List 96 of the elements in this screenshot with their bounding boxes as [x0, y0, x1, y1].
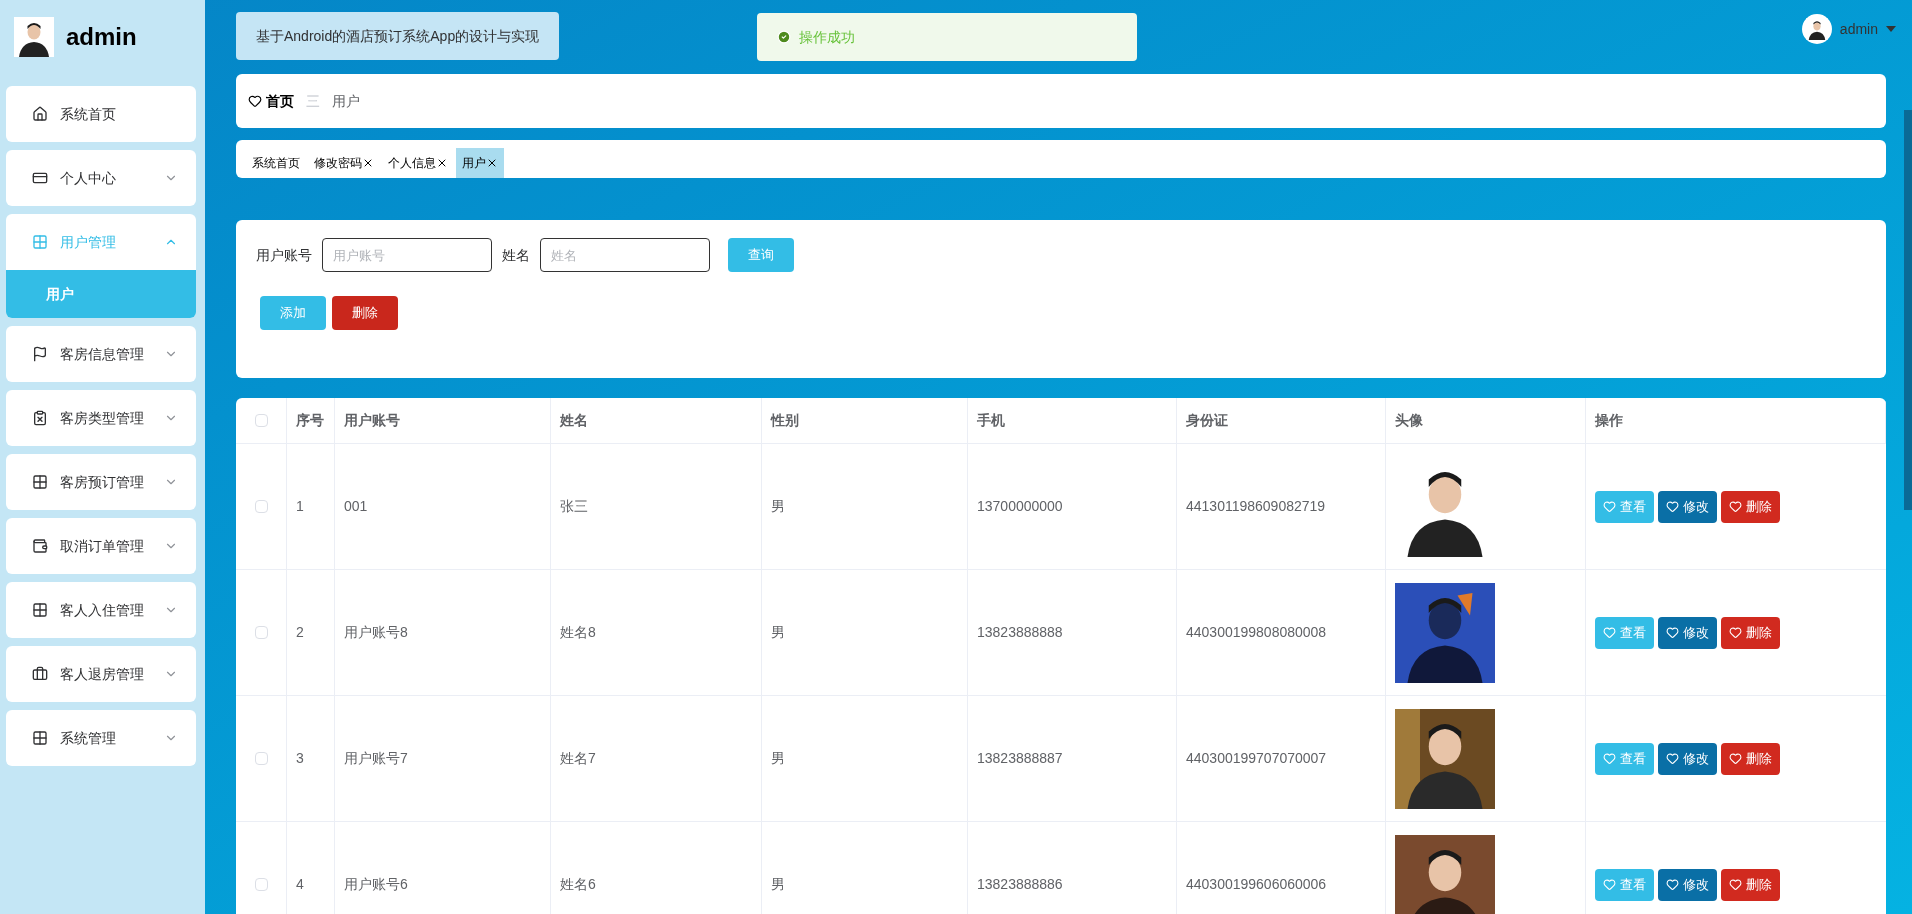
heart-icon [1729, 878, 1742, 891]
checkbox[interactable] [254, 500, 268, 513]
table-cell-text: 张三 [560, 497, 588, 516]
system-title: 基于Android的酒店预订系统App的设计与实现 [236, 12, 560, 60]
action-button[interactable]: 删除 [1721, 742, 1780, 775]
sidebar-title: admin [66, 22, 137, 52]
menu-icon [32, 234, 48, 250]
heart-icon [1729, 500, 1742, 513]
menu-item[interactable]: 客房类型管理 [6, 390, 196, 446]
delete-button[interactable]: 删除 [332, 296, 398, 330]
table-cell-text: 用户账号6 [344, 875, 408, 894]
menu-item[interactable]: 客人退房管理 [6, 646, 196, 702]
search-field[interactable]: 姓名 [540, 238, 710, 272]
table-cell-text: 男 [771, 749, 785, 768]
heart-icon [1603, 626, 1616, 639]
close-icon[interactable] [362, 157, 374, 169]
heart-icon [1666, 878, 1679, 891]
action-button[interactable]: 删除 [1721, 868, 1780, 901]
search-field[interactable]: 用户账号 [322, 238, 492, 272]
checkbox[interactable] [254, 414, 268, 427]
table-cell-text: 441301198609082719 [1186, 497, 1326, 516]
table-cell-text: 440300199707070007 [1186, 749, 1327, 768]
table-cell-text: 440300199606060006 [1186, 875, 1327, 894]
checkbox[interactable] [254, 626, 268, 639]
menu-item[interactable]: 客人入住管理 [6, 582, 196, 638]
heart-icon [1603, 500, 1616, 513]
action-button[interactable]: 修改 [1658, 868, 1717, 901]
heart-icon [1729, 752, 1742, 765]
column-header: 姓名 [560, 411, 588, 430]
table-cell-text: 13823888887 [977, 749, 1063, 768]
table-cell-text: 姓名6 [560, 875, 596, 894]
table-cell-text: 001 [344, 497, 368, 516]
action-button[interactable]: 删除 [1721, 616, 1780, 649]
table-cell-text: 姓名8 [560, 623, 596, 642]
table-cell-text: 440300199808080008 [1186, 623, 1327, 642]
table-cell-text: 13700000000 [977, 497, 1063, 516]
menu-item[interactable]: 客房预订管理 [6, 454, 196, 510]
checkbox[interactable] [254, 878, 268, 891]
action-button[interactable]: 修改 [1658, 490, 1717, 523]
table-cell-text: 男 [771, 875, 785, 894]
heart-icon [1666, 626, 1679, 639]
action-button[interactable]: 修改 [1658, 616, 1717, 649]
menu-icon [32, 410, 48, 426]
column-header: 序号 [296, 411, 324, 430]
breadcrumb-current: 用户 [332, 91, 360, 111]
column-header: 性别 [771, 411, 799, 430]
menu-item[interactable]: 系统首页 [6, 86, 196, 142]
field-label: 姓名 [502, 245, 530, 265]
menu-icon [32, 474, 48, 490]
heart-icon [1666, 500, 1679, 513]
menu-icon [32, 538, 48, 554]
table-cell-text: 13823888886 [977, 875, 1063, 894]
table-cell-text: 3 [296, 749, 304, 768]
heart-icon [1603, 752, 1616, 765]
menu-item[interactable]: 客房信息管理 [6, 326, 196, 382]
menu-item[interactable]: 个人中心 [6, 150, 196, 206]
column-header: 头像 [1395, 411, 1423, 430]
menu-icon [32, 602, 48, 618]
menu-icon [32, 730, 48, 746]
heart-icon [1666, 752, 1679, 765]
menu-item[interactable]: 系统管理 [6, 710, 196, 766]
table-cell-text: 男 [771, 497, 785, 516]
table-cell-text: 姓名7 [560, 749, 596, 768]
field-label: 用户账号 [256, 245, 312, 265]
close-icon[interactable] [436, 157, 448, 169]
user-avatar[interactable] [1801, 14, 1832, 44]
table-cell-text: 2 [296, 623, 304, 642]
menu-icon [32, 106, 48, 122]
scrollbar[interactable] [1904, 110, 1912, 510]
toast-message: 操作成功 [799, 27, 856, 47]
menu-icon [32, 346, 48, 362]
table-cell-text: 1 [296, 497, 304, 516]
table-cell-text: 用户账号7 [344, 749, 408, 768]
breadcrumb-home[interactable]: 首页 [266, 90, 294, 112]
page-tab[interactable]: 用户 [456, 148, 504, 178]
user-name[interactable]: admin [1839, 18, 1878, 40]
menu-icon [32, 666, 48, 682]
table-cell-text: 13823888888 [977, 623, 1063, 642]
column-header: 用户账号 [344, 411, 400, 430]
check-icon [777, 30, 792, 44]
menu-icon [32, 170, 48, 186]
column-header: 手机 [977, 411, 1005, 430]
action-button[interactable]: 修改 [1658, 742, 1717, 775]
heart-icon [248, 94, 262, 108]
column-header: 操作 [1595, 411, 1623, 430]
menu-item[interactable]: 取消订单管理 [6, 518, 196, 574]
close-icon[interactable] [486, 157, 498, 169]
heart-icon [1729, 626, 1742, 639]
checkbox[interactable] [254, 752, 268, 765]
table-cell-text: 男 [771, 623, 785, 642]
action-button[interactable]: 删除 [1721, 490, 1780, 523]
column-header: 身份证 [1186, 411, 1228, 430]
table-cell-text: 4 [296, 875, 304, 894]
table-cell-text: 用户账号8 [344, 623, 408, 642]
dropdown-caret-icon[interactable] [1886, 26, 1896, 32]
heart-icon [1603, 878, 1616, 891]
